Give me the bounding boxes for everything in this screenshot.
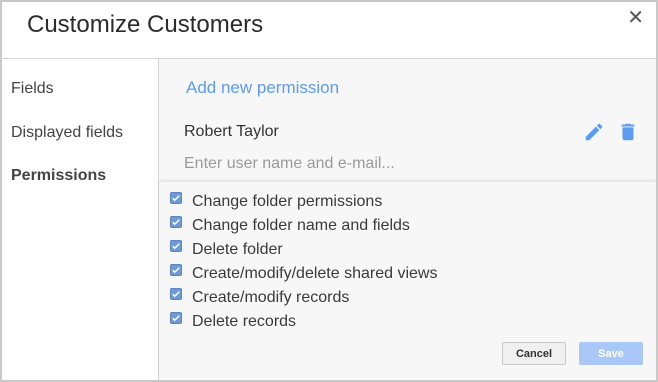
close-icon[interactable]: ✕	[627, 6, 644, 30]
user-search-input[interactable]	[184, 151, 604, 177]
user-name: Robert Taylor	[184, 123, 279, 140]
checkbox-change-folder-permissions[interactable]	[170, 192, 182, 204]
checkbox-create-modify-records[interactable]	[170, 288, 182, 300]
permission-item: Change folder name and fields	[170, 214, 590, 238]
checkbox-shared-views[interactable]	[170, 264, 182, 276]
permission-label: Delete folder	[192, 241, 283, 258]
permission-label: Change folder name and fields	[192, 217, 410, 234]
permission-label: Delete records	[192, 313, 297, 330]
permission-label: Create/modify/delete shared views	[192, 265, 438, 282]
pencil-icon[interactable]	[583, 121, 605, 143]
permission-item: Delete folder	[170, 238, 590, 262]
permission-item: Change folder permissions	[170, 190, 590, 214]
sidebar-item-permissions[interactable]: Permissions	[11, 167, 106, 185]
add-permission-link[interactable]: Add new permission	[186, 78, 339, 98]
cancel-button[interactable]: Cancel	[502, 342, 566, 365]
customize-dialog: Customize Customers ✕ Fields Displayed f…	[0, 0, 658, 382]
permissions-panel: Add new permission Robert Taylor Change …	[159, 59, 656, 380]
checkbox-delete-folder[interactable]	[170, 240, 182, 252]
sidebar-item-displayed-fields[interactable]: Displayed fields	[11, 124, 123, 142]
permission-label: Create/modify records	[192, 289, 350, 306]
permission-list: Change folder permissions Change folder …	[159, 181, 656, 380]
permission-label: Change folder permissions	[192, 193, 383, 210]
checkbox-delete-records[interactable]	[170, 312, 182, 324]
sidebar-item-fields[interactable]: Fields	[11, 80, 54, 98]
checkbox-change-folder-name[interactable]	[170, 216, 182, 228]
permission-item: Delete records	[170, 310, 590, 334]
permission-item: Create/modify/delete shared views	[170, 262, 590, 286]
dialog-header: Customize Customers ✕	[2, 2, 656, 59]
trash-icon[interactable]	[617, 121, 639, 143]
dialog-title: Customize Customers	[27, 11, 264, 38]
sidebar: Fields Displayed fields Permissions	[2, 59, 159, 380]
permission-item: Create/modify records	[170, 286, 590, 310]
save-button[interactable]: Save	[579, 342, 643, 365]
